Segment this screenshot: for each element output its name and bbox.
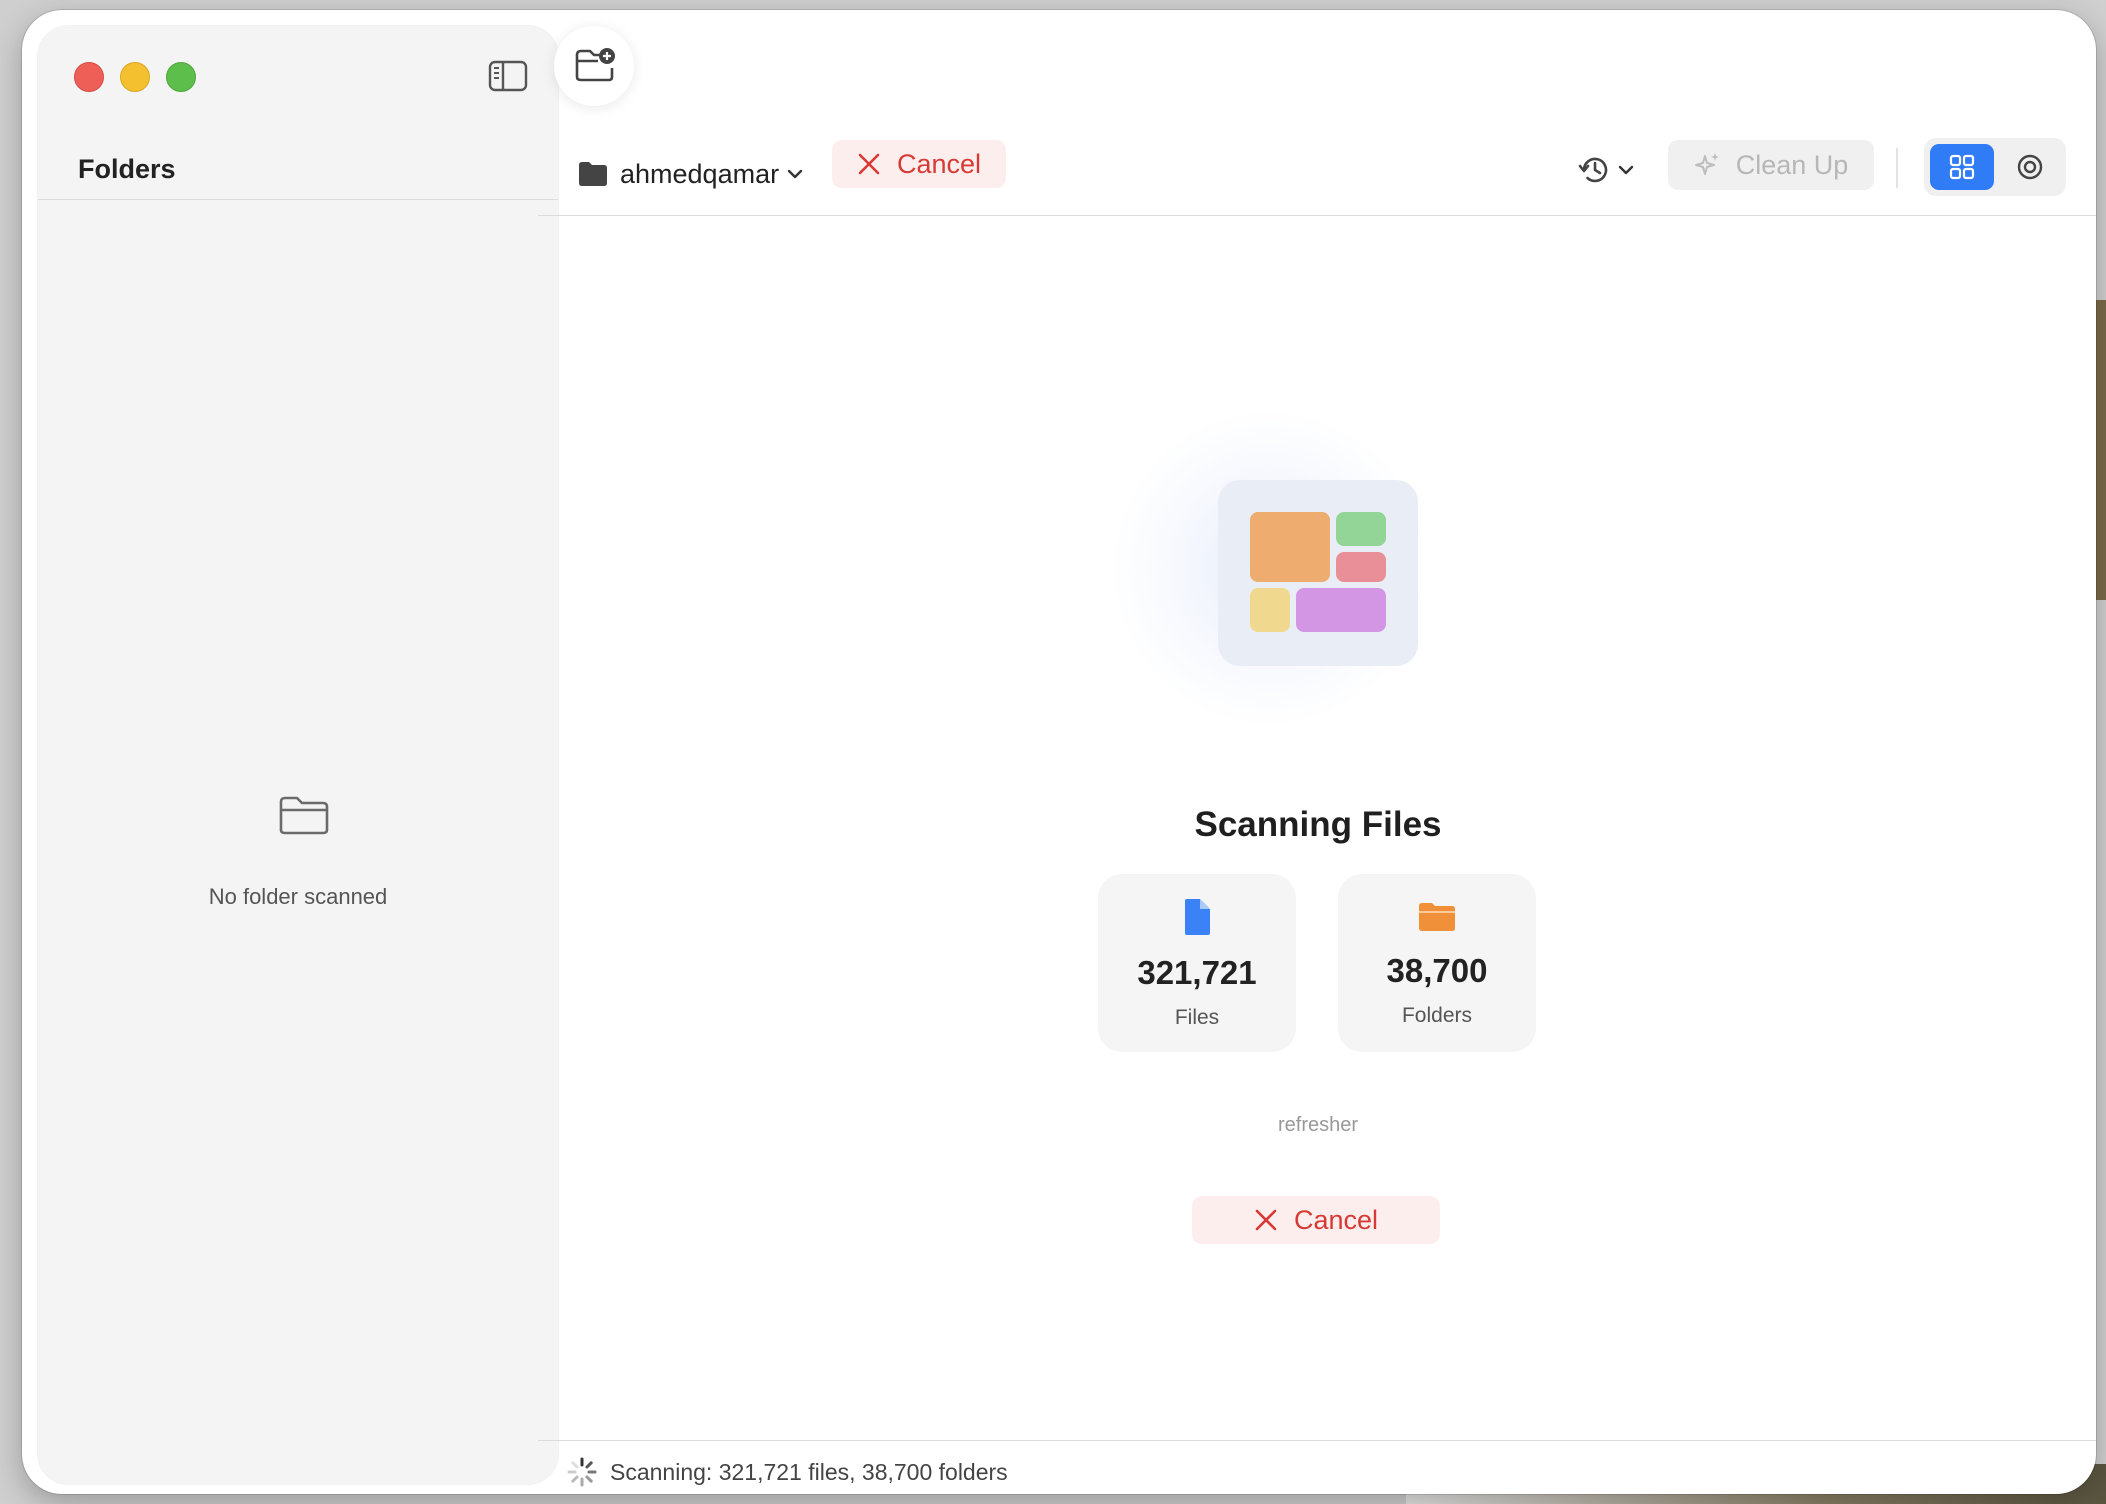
minimize-window-button[interactable]: [120, 62, 150, 92]
grid-view-button[interactable]: [1930, 144, 1994, 190]
current-scan-path: refresher: [1277, 1114, 1359, 1136]
sidebar: Folders No folder scanned: [38, 26, 558, 1484]
cancel-label: Cancel: [896, 148, 982, 179]
status-bar: Scanning: 321,721 files, 38,700 folders: [566, 1452, 1008, 1492]
grid-icon: [1949, 154, 1975, 180]
sidebar-left-icon[interactable]: [488, 56, 528, 96]
empty-state-text: No folder scanned: [208, 884, 388, 909]
cancel-scan-button[interactable]: Cancel: [832, 140, 1006, 188]
folder-name: ahmedqamar: [620, 158, 780, 189]
toolbar-separator: [1896, 148, 1898, 188]
scanning-title: Scanning Files: [1194, 805, 1442, 844]
sidebar-title: Folders: [78, 154, 176, 184]
close-icon: [1255, 1209, 1277, 1231]
clean-up-button[interactable]: Clean Up: [1668, 140, 1874, 190]
folder-icon: [278, 794, 330, 836]
folder-fill-icon: [579, 162, 607, 186]
chevron-down-icon: [1618, 165, 1634, 175]
app-window: Folders No folder scanned ahmedqamar Can…: [22, 10, 2096, 1494]
treemap-tile: [1336, 512, 1386, 546]
close-window-button[interactable]: [74, 62, 104, 92]
clock-arrow-icon: [1578, 157, 1608, 183]
folder-badge-plus-icon: [575, 48, 615, 82]
folders-count: 38,700: [1386, 952, 1488, 989]
treemap-tile: [1250, 512, 1330, 582]
zoom-window-button[interactable]: [166, 62, 196, 92]
add-folder-button[interactable]: [554, 26, 634, 106]
cancel-label: Cancel: [1293, 1204, 1379, 1235]
close-icon: [858, 153, 880, 175]
history-menu-button[interactable]: [1578, 150, 1642, 190]
folders-stat-card: 38,700 Folders: [1338, 874, 1536, 1052]
treemap-tile: [1250, 588, 1290, 632]
folders-label: Folders: [1401, 1004, 1473, 1027]
status-bar-divider: [538, 1440, 2096, 1441]
status-text: Scanning: 321,721 files, 38,700 folders: [610, 1458, 1008, 1485]
clean-up-label: Clean Up: [1735, 149, 1849, 180]
folder-picker[interactable]: ahmedqamar: [578, 154, 803, 194]
files-count: 321,721: [1137, 954, 1257, 991]
document-icon: [1185, 899, 1210, 935]
sidebar-divider: [38, 199, 558, 200]
chevron-down-icon: [787, 169, 803, 179]
view-mode-switch: [1924, 138, 2066, 196]
ring-icon: [2017, 154, 2043, 180]
sparkles-icon: [1694, 153, 1719, 175]
treemap-tile: [1296, 588, 1386, 632]
files-label: Files: [1174, 1006, 1220, 1029]
treemap-illustration: [1218, 480, 1418, 666]
folder-fill-icon: [1419, 903, 1455, 931]
spinner-icon: [567, 1457, 597, 1487]
cancel-scan-button[interactable]: Cancel: [1192, 1196, 1440, 1244]
toolbar-divider: [538, 215, 2096, 216]
files-stat-card: 321,721 Files: [1098, 874, 1296, 1052]
sunburst-view-button[interactable]: [1998, 144, 2062, 190]
treemap-tile: [1336, 552, 1386, 582]
